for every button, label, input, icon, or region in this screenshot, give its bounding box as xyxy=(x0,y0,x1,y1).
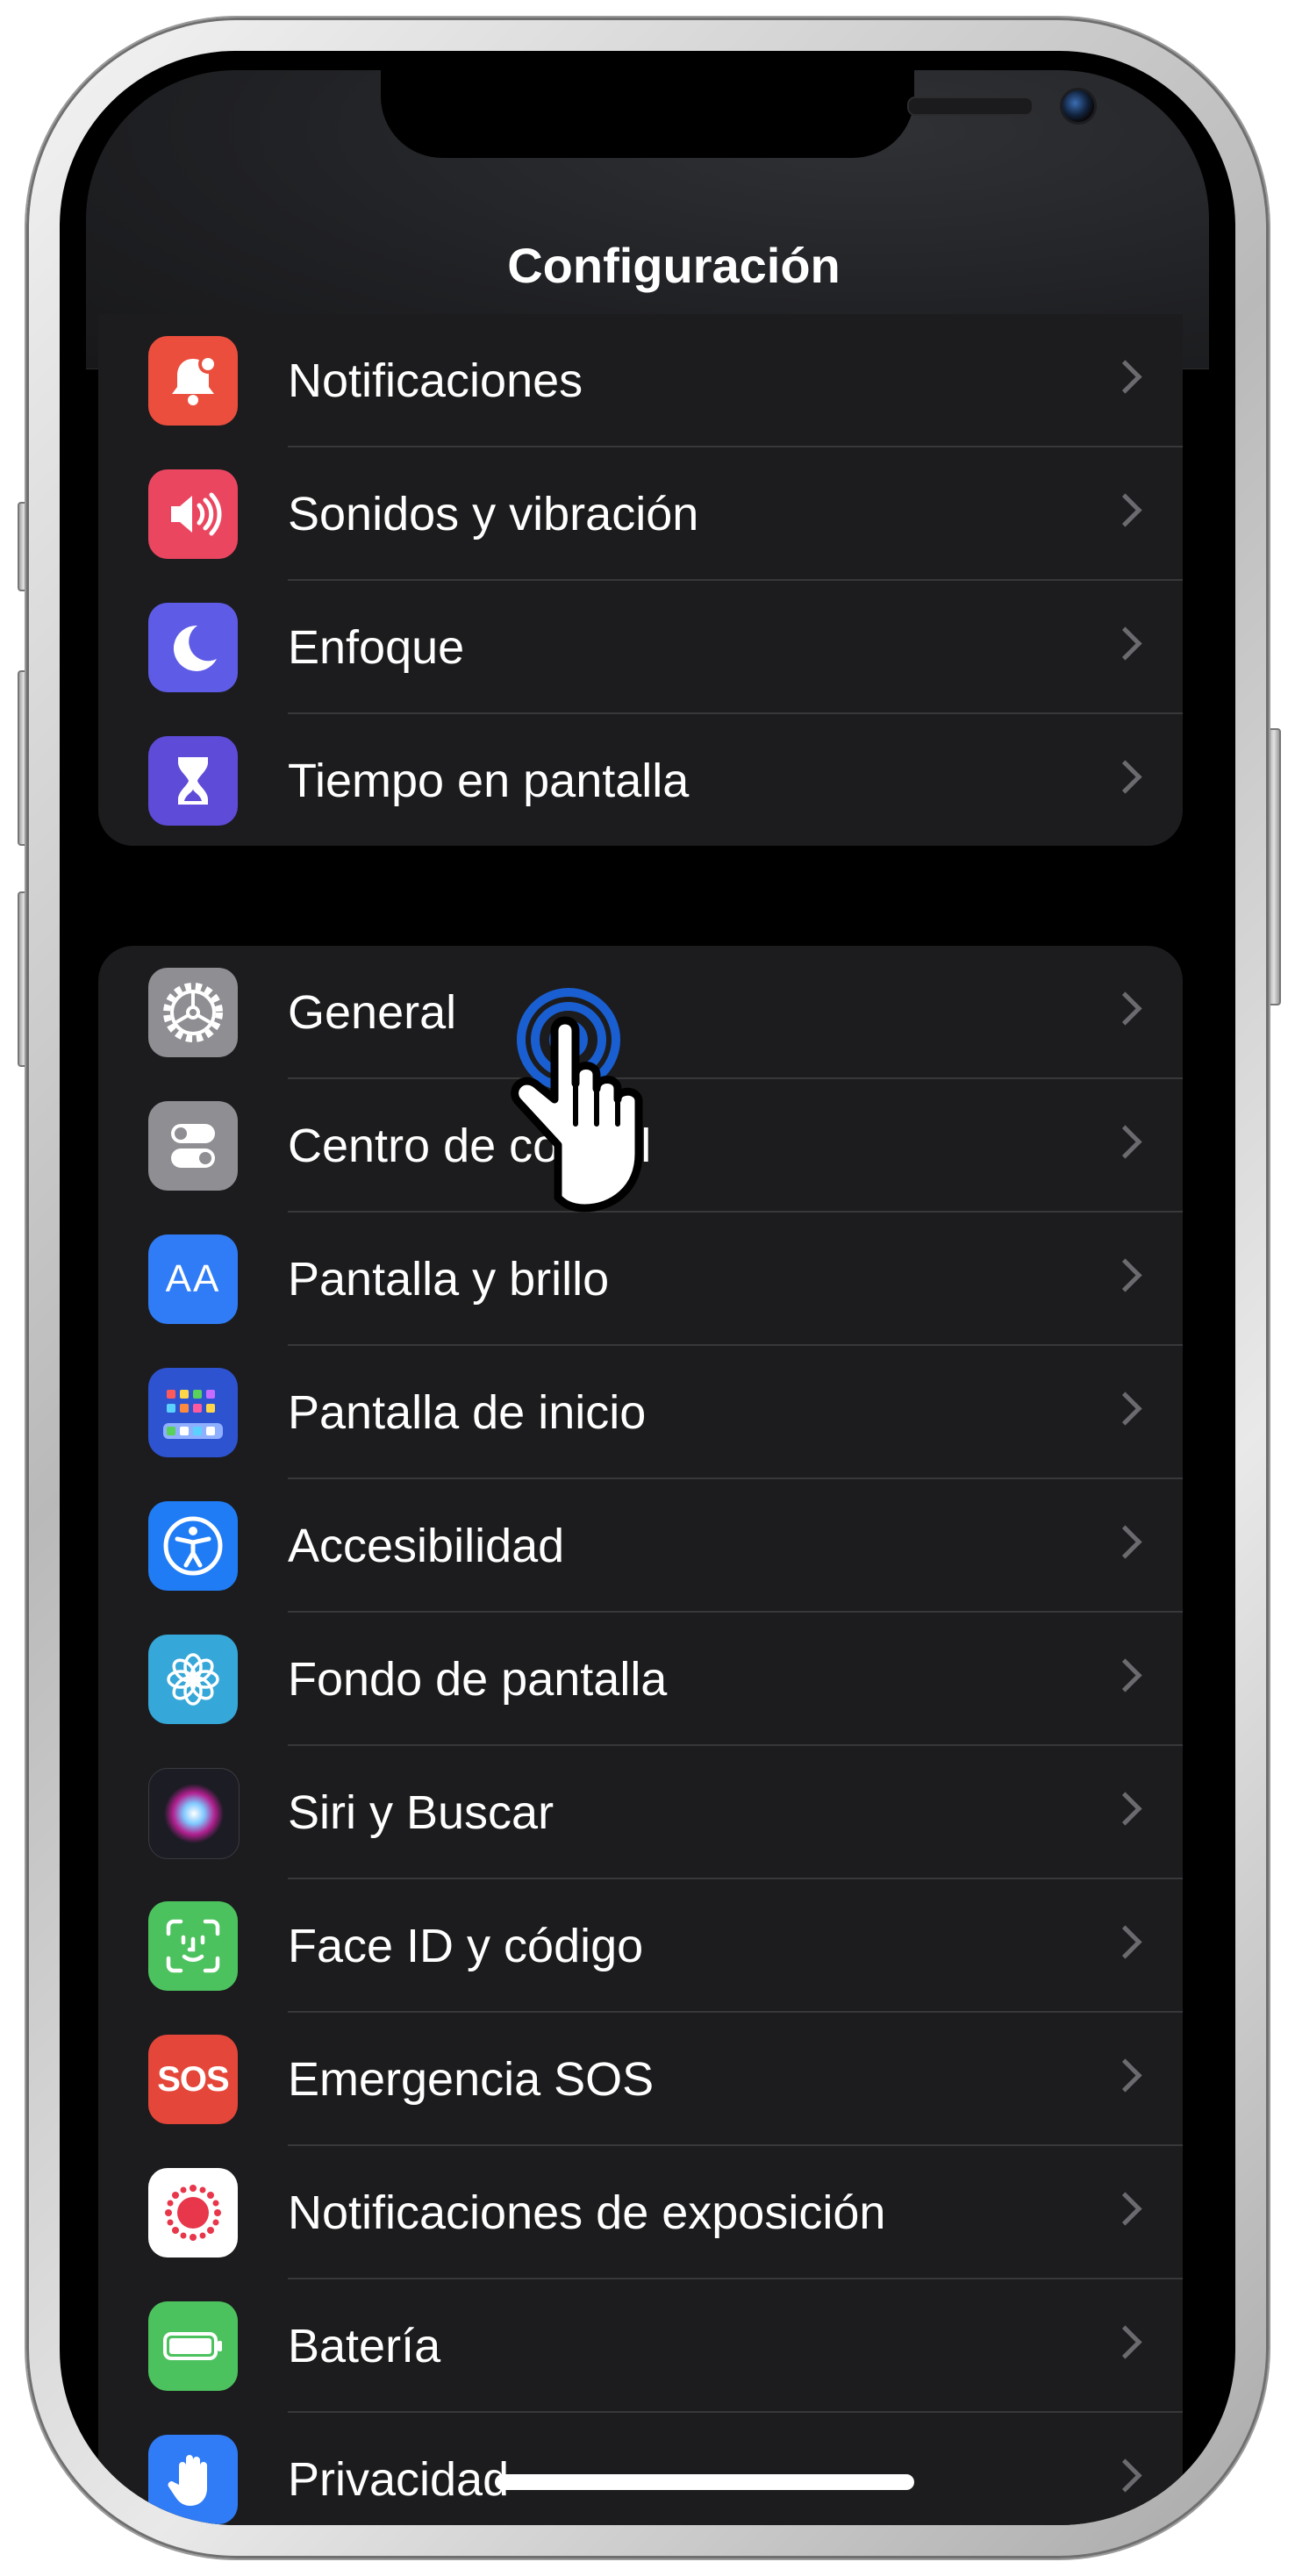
settings-row-label: Enfoque xyxy=(288,621,465,674)
chevron-right-icon xyxy=(1108,626,1142,661)
settings-row-label: Siri y Buscar xyxy=(288,1786,554,1839)
settings-row-label: Notificaciones de exposición xyxy=(288,2186,886,2239)
settings-row-label: Fondo de pantalla xyxy=(288,1653,668,1706)
settings-row-label: Accesibilidad xyxy=(288,1520,565,1572)
notifications-bell-icon xyxy=(148,336,238,426)
accessibility-icon xyxy=(148,1501,238,1591)
chevron-right-icon xyxy=(1108,1258,1142,1292)
settings-row-label: Sonidos y vibración xyxy=(288,488,699,540)
chevron-right-icon xyxy=(1108,2192,1142,2226)
settings-row-accesibilidad[interactable]: Accesibilidad xyxy=(98,1479,1183,1613)
phone-screen: Configuración Notificaciones Sonidos y v… xyxy=(60,51,1235,2525)
settings-row-notificaciones-exposicion[interactable]: Notificaciones de exposición xyxy=(98,2146,1183,2279)
hourglass-icon xyxy=(148,736,238,826)
front-camera-icon xyxy=(1060,88,1097,125)
toggles-icon xyxy=(148,1101,238,1191)
tap-hand-cursor-icon xyxy=(511,988,643,1213)
settings-row-label: Notificaciones xyxy=(288,354,583,407)
moon-icon xyxy=(148,603,238,692)
page-title: Configuración xyxy=(507,238,841,293)
settings-row-bateria[interactable]: Batería xyxy=(98,2279,1183,2413)
chevron-right-icon xyxy=(1108,493,1142,527)
chevron-right-icon xyxy=(1108,1392,1142,1426)
settings-row-label: Batería xyxy=(288,2320,441,2372)
chevron-right-icon xyxy=(1108,2058,1142,2093)
settings-row-sonidos[interactable]: Sonidos y vibración xyxy=(98,447,1183,581)
exposure-notification-icon xyxy=(148,2168,238,2258)
gear-icon xyxy=(148,968,238,1057)
settings-row-privacidad[interactable]: Privacidad xyxy=(98,2413,1183,2525)
text-size-glyph: AA xyxy=(165,1257,221,1300)
settings-row-label: Pantalla y brillo xyxy=(288,1253,610,1306)
settings-group-1: Notificaciones Sonidos y vibración Enfoq… xyxy=(98,314,1183,846)
settings-row-face-id[interactable]: Face ID y código xyxy=(98,1879,1183,2013)
chevron-right-icon xyxy=(1108,991,1142,1026)
settings-row-tiempo-en-pantalla[interactable]: Tiempo en pantalla xyxy=(98,714,1183,846)
settings-row-label: Tiempo en pantalla xyxy=(288,755,690,807)
chevron-right-icon xyxy=(1108,760,1142,794)
face-id-icon xyxy=(148,1901,238,1991)
speaker-sound-icon xyxy=(148,469,238,559)
chevron-right-icon xyxy=(1108,1658,1142,1692)
settings-row-enfoque[interactable]: Enfoque xyxy=(98,581,1183,714)
chevron-right-icon xyxy=(1108,1792,1142,1826)
text-size-icon: AA xyxy=(148,1234,238,1324)
settings-row-label: Emergencia SOS xyxy=(288,2053,655,2106)
settings-row-emergencia-sos[interactable]: SOS Emergencia SOS xyxy=(98,2013,1183,2146)
power-button xyxy=(1267,728,1281,1005)
chevron-right-icon xyxy=(1108,1525,1142,1559)
sos-glyph: SOS xyxy=(157,2059,229,2099)
settings-row-siri-y-buscar[interactable]: Siri y Buscar xyxy=(98,1746,1183,1879)
chevron-right-icon xyxy=(1108,1925,1142,1959)
settings-row-pantalla-de-inicio[interactable]: Pantalla de inicio xyxy=(98,1346,1183,1479)
chevron-right-icon xyxy=(1108,360,1142,394)
home-screen-grid-icon xyxy=(148,1368,238,1457)
settings-row-label: Face ID y código xyxy=(288,1920,644,1972)
chevron-right-icon xyxy=(1108,1125,1142,1159)
chevron-right-icon xyxy=(1108,2325,1142,2359)
settings-row-notificaciones[interactable]: Notificaciones xyxy=(98,314,1183,447)
sos-icon: SOS xyxy=(148,2035,238,2124)
settings-row-fondo-de-pantalla[interactable]: Fondo de pantalla xyxy=(98,1613,1183,1746)
chevron-right-icon xyxy=(1108,2458,1142,2493)
battery-icon xyxy=(148,2301,238,2391)
home-indicator[interactable] xyxy=(495,2474,914,2490)
earpiece-speaker xyxy=(907,97,1034,116)
siri-icon xyxy=(148,1768,240,1859)
flower-icon xyxy=(148,1635,238,1724)
hand-icon xyxy=(148,2435,238,2524)
settings-row-label: Privacidad xyxy=(288,2453,510,2506)
settings-row-label: General xyxy=(288,986,457,1039)
settings-row-label: Pantalla de inicio xyxy=(288,1386,647,1439)
settings-row-pantalla-y-brillo[interactable]: AA Pantalla y brillo xyxy=(98,1213,1183,1346)
notch xyxy=(381,51,1097,158)
